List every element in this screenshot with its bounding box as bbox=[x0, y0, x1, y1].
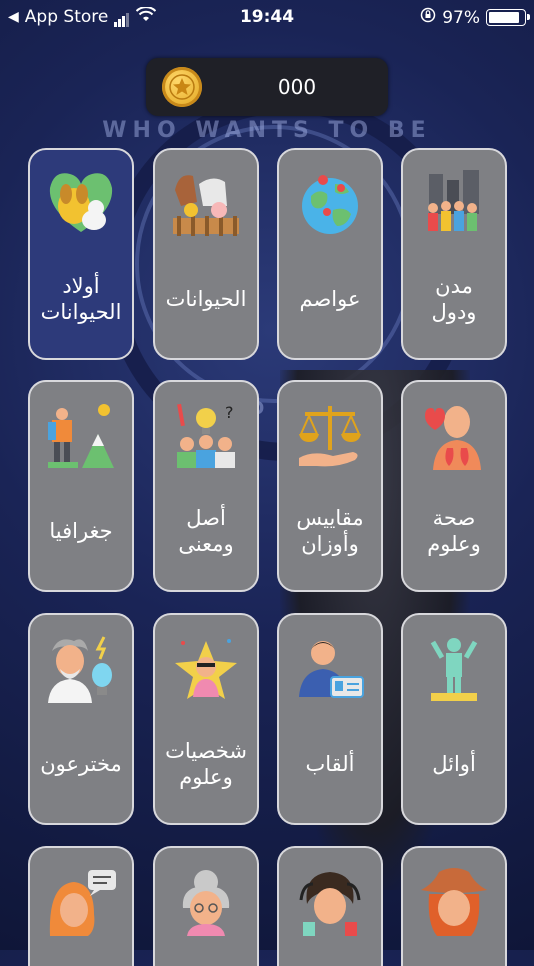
grandma-icon bbox=[182, 870, 230, 936]
category-titles-tile[interactable]: ألقاب bbox=[277, 613, 383, 825]
scales-icon bbox=[299, 406, 361, 467]
category-tile-row4-1[interactable] bbox=[401, 846, 507, 966]
category-cities-tile[interactable]: مدن ودول bbox=[401, 148, 507, 360]
category-tile-row4-4[interactable] bbox=[28, 846, 134, 966]
star-person-icon bbox=[175, 639, 237, 699]
category-label: مقاييس وأوزان bbox=[296, 505, 364, 556]
anatomy-icon bbox=[425, 406, 481, 470]
scientist-girl-icon bbox=[299, 872, 361, 936]
category-label: صحة وعلوم bbox=[427, 505, 481, 556]
category-label: ألقاب bbox=[305, 751, 355, 776]
background-logo-text: WHO WANTS TO BE bbox=[102, 118, 432, 143]
category-label: الحيوانات bbox=[165, 286, 247, 311]
category-label: مدن ودول bbox=[431, 273, 477, 324]
category-inventors-tile[interactable]: مخترعون bbox=[28, 613, 134, 825]
talking-woman-icon bbox=[49, 870, 116, 936]
idea-group-icon: ? bbox=[177, 403, 235, 468]
winner-icon bbox=[430, 638, 478, 701]
battery-icon bbox=[486, 9, 530, 26]
category-geography-tile[interactable]: جغرافيا bbox=[28, 380, 134, 592]
category-tile-row4-2[interactable] bbox=[277, 846, 383, 966]
category-measures-tile[interactable]: مقاييس وأوزان bbox=[277, 380, 383, 592]
battery-percent: 97% bbox=[442, 7, 480, 28]
category-label: أصل ومعنى bbox=[178, 505, 234, 556]
category-label: جغرافيا bbox=[49, 518, 113, 543]
rotation-lock-icon bbox=[420, 7, 436, 28]
cowgirl-icon bbox=[421, 868, 487, 936]
id-card-icon bbox=[299, 641, 364, 698]
category-health-tile[interactable]: صحة وعلوم bbox=[401, 380, 507, 592]
category-personalities-tile[interactable]: شخصيات وعلوم bbox=[153, 613, 259, 825]
category-capitals-tile[interactable]: عواصم bbox=[277, 148, 383, 360]
status-bar: ◀ App Store 19:44 97% bbox=[0, 0, 534, 36]
city-crowd-icon bbox=[428, 170, 479, 231]
farm-animals-icon bbox=[173, 175, 239, 236]
category-origin-tile[interactable]: ? أصل ومعنى bbox=[153, 380, 259, 592]
category-baby-animals-tile[interactable]: أولاد الحيوانات bbox=[28, 148, 134, 360]
coin-balance-value: 000 bbox=[277, 75, 317, 99]
globe-pins-icon bbox=[302, 175, 358, 234]
category-label: أولاد الحيوانات bbox=[40, 273, 122, 324]
inventor-icon bbox=[48, 636, 112, 703]
category-firsts-tile[interactable]: أوائل bbox=[401, 613, 507, 825]
category-animals-tile[interactable]: الحيوانات bbox=[153, 148, 259, 360]
category-label: أوائل bbox=[432, 751, 476, 776]
category-label: عواصم bbox=[299, 286, 361, 311]
category-tile-row4-3[interactable] bbox=[153, 846, 259, 966]
puppy-kitten-icon bbox=[49, 173, 113, 232]
hiker-mountain-icon bbox=[48, 404, 114, 468]
star-coin-icon bbox=[162, 67, 202, 107]
category-label: مخترعون bbox=[40, 751, 122, 776]
svg-text:?: ? bbox=[225, 403, 234, 422]
coin-balance-bar: 000 bbox=[146, 58, 388, 116]
category-label: شخصيات وعلوم bbox=[165, 738, 247, 789]
